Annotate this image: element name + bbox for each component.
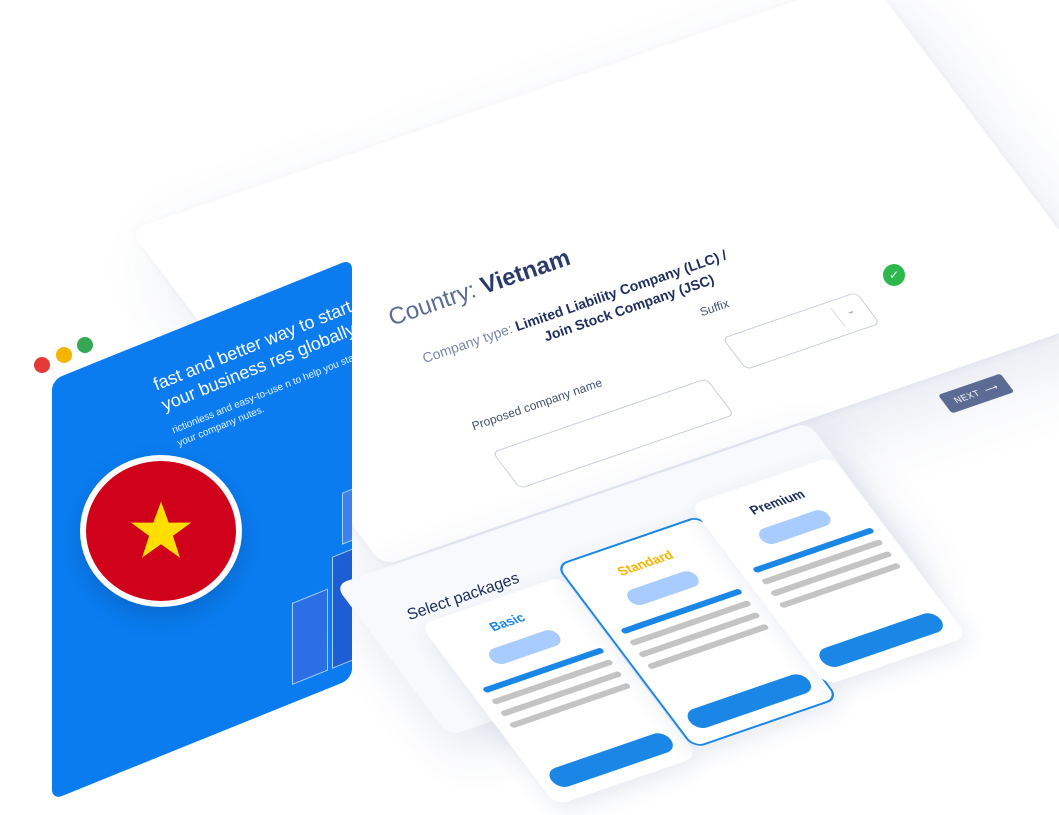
star-icon xyxy=(130,501,192,558)
select-package-button[interactable] xyxy=(682,671,816,731)
window-maximize-dot[interactable] xyxy=(77,337,93,353)
next-label: NEXT xyxy=(951,388,983,406)
price-pill xyxy=(485,627,565,667)
select-package-button[interactable] xyxy=(544,730,678,790)
chevron-down-icon: ⌄ xyxy=(842,305,858,318)
building-illustration xyxy=(342,481,352,545)
window-close-dot[interactable] xyxy=(34,357,50,373)
price-pill xyxy=(623,568,703,608)
window-minimize-dot[interactable] xyxy=(56,347,72,363)
building-illustration xyxy=(292,588,328,686)
check-icon: ✓ xyxy=(883,264,905,286)
marketing-illustration: fast and better way to start your busine… xyxy=(0,0,1059,815)
select-divider xyxy=(830,307,846,327)
vietnam-flag-icon xyxy=(80,455,242,607)
select-package-button[interactable] xyxy=(814,610,948,670)
price-pill xyxy=(755,507,835,547)
arrow-right-icon: ⟶ xyxy=(981,381,1001,395)
next-button[interactable]: NEXT ⟶ xyxy=(938,373,1015,414)
